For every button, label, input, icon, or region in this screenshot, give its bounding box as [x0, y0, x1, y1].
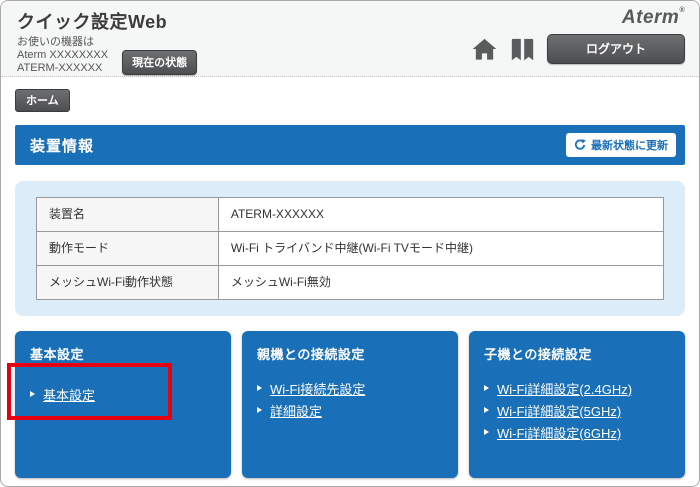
device-info: お使いの機器は Aterm XXXXXXXX ATERM-XXXXXX [17, 36, 108, 75]
main-content: ホーム 装置情報 最新状態に更新 装置名 ATERM-XXXXXX [1, 77, 699, 478]
panel-basic-settings: 基本設定 基本設定 [15, 331, 231, 478]
triangle-icon [484, 429, 489, 435]
device-info-section-header: 装置情報 最新状態に更新 [15, 125, 685, 165]
current-status-button[interactable]: 現在の状態 [122, 50, 197, 75]
app-header: クイック設定Web お使いの機器は Aterm XXXXXXXX ATERM-X… [1, 1, 699, 77]
settings-panels: 基本設定 基本設定 親機との接続設定 Wi-Fi接続先設定 [15, 331, 685, 478]
triangle-icon [484, 385, 489, 391]
list-item: Wi-Fi詳細設定(6GHz) [484, 423, 670, 441]
refresh-button[interactable]: 最新状態に更新 [566, 133, 676, 157]
triangle-icon [257, 385, 262, 391]
header-right: Aterm® ログアウト [471, 7, 685, 64]
home-button[interactable]: ホーム [15, 89, 70, 112]
panel-parent-connection: 親機との接続設定 Wi-Fi接続先設定 詳細設定 [242, 331, 458, 478]
device-model-text: Aterm XXXXXXXX [17, 49, 108, 62]
device-info-panel: 装置名 ATERM-XXXXXX 動作モード Wi-Fi トライバンド中継(Wi… [15, 181, 685, 316]
panel-title: 親機との接続設定 [257, 344, 443, 363]
header-actions: ログアウト [471, 34, 685, 64]
link-basic-settings[interactable]: 基本設定 [43, 385, 95, 404]
panel-title: 子機との接続設定 [484, 344, 670, 363]
refresh-icon [574, 139, 586, 151]
list-item: Wi-Fi詳細設定(5GHz) [484, 401, 670, 419]
registered-mark: ® [679, 7, 685, 14]
row-value: メッシュWi-Fi無効 [218, 266, 663, 300]
refresh-button-label: 最新状態に更新 [591, 137, 668, 153]
list-item: 基本設定 [30, 385, 216, 403]
logout-button[interactable]: ログアウト [547, 34, 685, 64]
section-title: 装置情報 [30, 135, 94, 156]
link-wifi-detail-24ghz[interactable]: Wi-Fi詳細設定(2.4GHz) [497, 379, 632, 398]
row-label: 装置名 [37, 198, 219, 232]
panel-title: 基本設定 [30, 344, 216, 363]
triangle-icon [257, 407, 262, 413]
link-detail-settings[interactable]: 詳細設定 [270, 401, 322, 420]
book-icon[interactable] [509, 36, 536, 63]
triangle-icon [484, 407, 489, 413]
link-wifi-destination-settings[interactable]: Wi-Fi接続先設定 [270, 379, 365, 398]
link-wifi-detail-6ghz[interactable]: Wi-Fi詳細設定(6GHz) [497, 423, 621, 442]
row-value: Wi-Fi トライバンド中継(Wi-Fi TVモード中継) [218, 232, 663, 266]
panel-child-connection: 子機との接続設定 Wi-Fi詳細設定(2.4GHz) Wi-Fi詳細設定(5GH… [469, 331, 685, 478]
list-item: 詳細設定 [257, 401, 443, 419]
row-value: ATERM-XXXXXX [218, 198, 663, 232]
quick-setup-page: クイック設定Web お使いの機器は Aterm XXXXXXXX ATERM-X… [0, 0, 700, 487]
device-name-text: ATERM-XXXXXX [17, 62, 108, 75]
row-label: メッシュWi-Fi動作状態 [37, 266, 219, 300]
triangle-icon [30, 391, 35, 397]
link-wifi-detail-5ghz[interactable]: Wi-Fi詳細設定(5GHz) [497, 401, 621, 420]
home-icon[interactable] [471, 36, 498, 63]
aterm-logo: Aterm® [471, 7, 685, 29]
table-row: 動作モード Wi-Fi トライバンド中継(Wi-Fi TVモード中継) [37, 232, 664, 266]
list-item: Wi-Fi接続先設定 [257, 379, 443, 397]
device-intro-text: お使いの機器は [17, 36, 108, 49]
table-row: 装置名 ATERM-XXXXXX [37, 198, 664, 232]
device-info-table: 装置名 ATERM-XXXXXX 動作モード Wi-Fi トライバンド中継(Wi… [36, 197, 664, 300]
list-item: Wi-Fi詳細設定(2.4GHz) [484, 379, 670, 397]
table-row: メッシュWi-Fi動作状態 メッシュWi-Fi無効 [37, 266, 664, 300]
row-label: 動作モード [37, 232, 219, 266]
